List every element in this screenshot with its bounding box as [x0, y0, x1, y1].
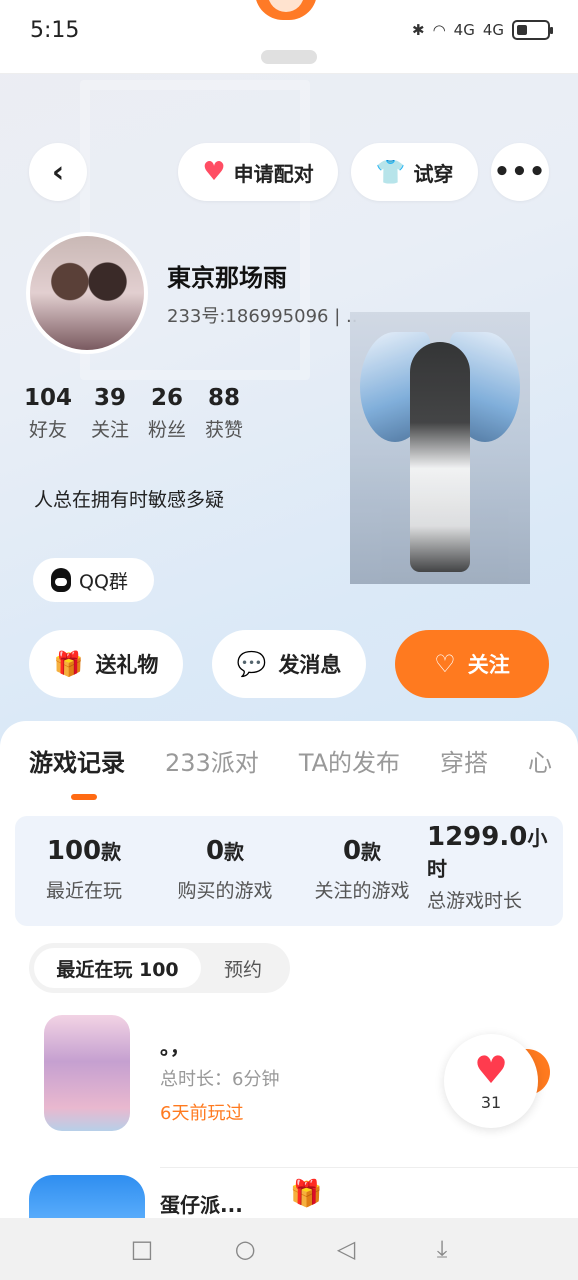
- like-count: 31: [480, 1092, 502, 1112]
- profile-stats: 104 好友 39 关注 26 粉丝 88 获赞: [24, 385, 243, 442]
- stat-likes[interactable]: 88 获赞: [205, 385, 243, 442]
- summary-value: 1299.0: [427, 822, 528, 852]
- filter-recent-playing[interactable]: 最近在玩 100: [34, 948, 201, 988]
- more-icon: •••: [493, 157, 547, 187]
- game-last-played: 6天前玩过: [160, 1103, 244, 1124]
- user-id[interactable]: 233号:186995096 | ..: [167, 302, 357, 328]
- heart-plus-icon: ♡: [434, 650, 456, 678]
- dropdown-icon[interactable]: ⤓: [437, 1235, 448, 1263]
- stat-followers[interactable]: 26 粉丝: [148, 385, 186, 442]
- divider: [160, 1167, 578, 1168]
- send-gift-label: 送礼物: [95, 653, 159, 677]
- system-nav-bar: □ ○ ◁ ⤓: [0, 1218, 578, 1280]
- status-time: 5:15: [30, 18, 80, 43]
- active-tab-indicator: [71, 794, 97, 800]
- battery-icon: [512, 20, 553, 40]
- game-title: 。，: [160, 1035, 190, 1059]
- send-message-label: 发消息: [278, 653, 342, 677]
- wifi-icon: ◠: [432, 21, 446, 39]
- stat-value: 26: [151, 385, 184, 411]
- follow-button[interactable]: ♡ 关注: [395, 630, 549, 698]
- send-gift-button[interactable]: 🎁 送礼物: [29, 630, 183, 698]
- status-bar: 5:15 ✱ ◠ 4G 4G: [0, 0, 578, 74]
- tab-party[interactable]: 233派对: [165, 743, 259, 778]
- summary-unit: 小: [527, 826, 548, 850]
- stat-value: 104: [24, 385, 73, 411]
- qq-group-label: QQ群: [79, 570, 128, 593]
- stat-following[interactable]: 39 关注: [91, 385, 129, 442]
- send-message-button[interactable]: 💬 发消息: [212, 630, 366, 698]
- summary-followed[interactable]: 0款 关注的游戏: [302, 836, 422, 903]
- heart-icon: ♥: [473, 1047, 509, 1092]
- nickname: 東京那场雨: [167, 264, 287, 292]
- more-button[interactable]: •••: [491, 143, 549, 201]
- avatar[interactable]: [26, 232, 148, 354]
- stat-label: 获赞: [205, 419, 244, 441]
- tab-posts[interactable]: TA的发布: [299, 743, 400, 778]
- apply-match-label: 申请配对: [233, 161, 314, 186]
- summary-value: 100: [46, 836, 102, 866]
- stat-label: 粉丝: [148, 419, 187, 441]
- tab-more[interactable]: 心: [528, 743, 552, 778]
- summary-value: 0: [342, 836, 362, 866]
- summary-label: 购买的游戏: [177, 880, 273, 902]
- system-icons: ✱ ◠ 4G 4G: [411, 20, 553, 40]
- game-icon[interactable]: [44, 1015, 130, 1131]
- game-title: 蛋仔派...: [160, 1193, 243, 1217]
- chevron-left-icon: ‹: [51, 154, 65, 190]
- summary-label: 最近在玩: [45, 880, 122, 902]
- summary-label: 关注的游戏: [314, 880, 410, 902]
- summary-unit: 款: [101, 840, 122, 864]
- mascot-icon: [255, 0, 317, 20]
- tab-outfits[interactable]: 穿搭: [440, 743, 488, 778]
- stat-value: 88: [208, 385, 241, 411]
- game-filter: 最近在玩 100 预约: [29, 943, 290, 993]
- gift-icon: 🎁: [290, 1179, 323, 1209]
- back-button[interactable]: ‹: [29, 143, 87, 201]
- avatar-character-image[interactable]: [350, 312, 530, 584]
- profile-content: 游戏记录 233派对 TA的发布 穿搭 心 100款 最近在玩 0款 购买的游戏…: [0, 721, 578, 1235]
- game-playtime: 总时长：6分钟: [160, 1069, 280, 1090]
- signal-icon-1: 4G: [453, 21, 475, 39]
- try-on-label: 试穿: [413, 161, 454, 186]
- summary-unit: 款: [224, 840, 245, 864]
- stat-friends[interactable]: 104 好友: [24, 385, 72, 442]
- summary-unit-2: 时: [427, 857, 447, 881]
- stat-value: 39: [94, 385, 127, 411]
- summary-value: 0: [205, 836, 225, 866]
- try-on-button[interactable]: 👕 试穿: [351, 143, 478, 201]
- bluetooth-icon: ✱: [411, 21, 425, 39]
- drag-handle: [261, 50, 317, 64]
- summary-recent[interactable]: 100款 最近在玩: [39, 836, 129, 903]
- filter-reserved[interactable]: 预约: [224, 955, 262, 982]
- bio: 人总在拥有时敏感多疑: [34, 489, 225, 511]
- game-summary: 100款 最近在玩 0款 购买的游戏 0款 关注的游戏 1299.0小时 总游戏…: [15, 816, 563, 926]
- signal-icon-2: 4G: [482, 21, 504, 39]
- home-icon[interactable]: ○: [235, 1235, 256, 1263]
- tab-game-records[interactable]: 游戏记录: [29, 743, 125, 778]
- apply-match-button[interactable]: ♥ 申请配对: [178, 143, 338, 201]
- summary-unit: 款: [361, 840, 382, 864]
- stat-label: 关注: [91, 419, 130, 441]
- summary-label: 总游戏时长: [427, 890, 523, 912]
- follow-label: 关注: [467, 653, 510, 677]
- shirt-icon: 👕: [375, 158, 406, 186]
- qq-group-button[interactable]: QQ群: [33, 558, 154, 602]
- stat-label: 好友: [29, 419, 68, 441]
- qq-icon: [51, 568, 71, 592]
- recents-icon[interactable]: □: [131, 1235, 154, 1263]
- chat-bubble-icon: 💬: [236, 650, 267, 678]
- summary-purchased[interactable]: 0款 购买的游戏: [165, 836, 285, 903]
- heart-icon: ♥: [202, 157, 226, 187]
- summary-playtime[interactable]: 1299.0小时 总游戏时长: [427, 822, 557, 913]
- back-icon[interactable]: ◁: [337, 1235, 355, 1263]
- like-button[interactable]: ♥ 31: [444, 1034, 538, 1128]
- gift-icon: 🎁: [53, 650, 84, 678]
- profile-tabs: 游戏记录 233派对 TA的发布 穿搭 心: [29, 743, 552, 778]
- character-figure: [410, 342, 470, 572]
